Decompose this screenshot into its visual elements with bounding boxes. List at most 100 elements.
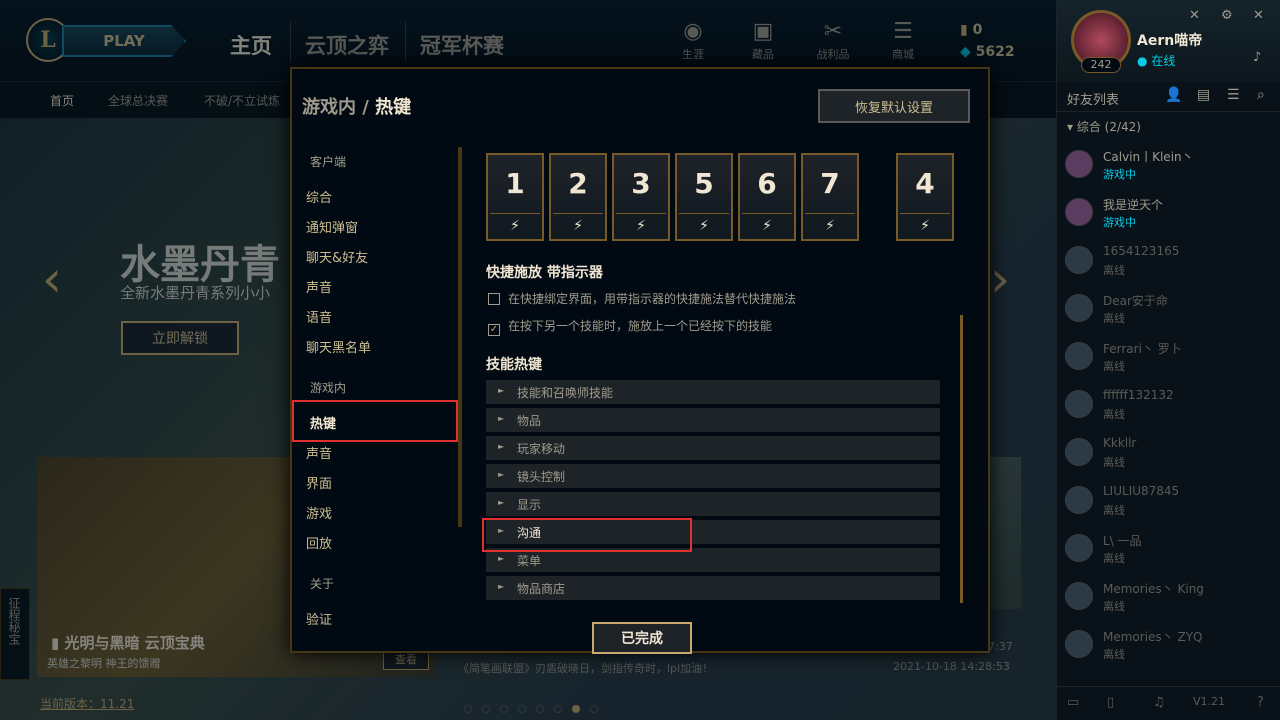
friend-avatar bbox=[1065, 630, 1093, 658]
close-icon[interactable]: ✕ bbox=[1253, 8, 1264, 23]
friend-item[interactable]: Dear安于命 离线 bbox=[1057, 290, 1280, 338]
friend-status: 离线 bbox=[1103, 504, 1125, 517]
key-slot-5[interactable]: 5 ⚡ bbox=[675, 153, 733, 241]
friend-item[interactable]: Ferrari丶 罗卜 离线 bbox=[1057, 338, 1280, 386]
expand-arrow-icon: ► bbox=[498, 498, 505, 507]
done-button[interactable]: 已完成 bbox=[592, 622, 692, 654]
friend-avatar bbox=[1065, 342, 1093, 370]
checkbox-unchecked[interactable] bbox=[488, 293, 500, 305]
friend-name: 1654123165 bbox=[1103, 244, 1180, 258]
menu-item-chat-friends[interactable]: 聊天&好友 bbox=[306, 247, 368, 266]
menu-item-interface[interactable]: 界面 bbox=[306, 473, 332, 492]
category-camera[interactable]: ► 镜头控制 bbox=[486, 464, 940, 488]
menu-section-about: 关于 bbox=[310, 577, 335, 591]
summoner-name[interactable]: Aern喵帝 bbox=[1137, 30, 1202, 50]
status-text: 在线 bbox=[1151, 54, 1176, 68]
menu-item-replays[interactable]: 回放 bbox=[306, 533, 332, 552]
status-dot-icon: ● bbox=[1137, 54, 1148, 68]
friend-status: 离线 bbox=[1103, 408, 1125, 421]
key-label: 6 bbox=[757, 167, 777, 200]
quickcast-bolt-icon: ⚡ bbox=[742, 213, 792, 237]
friend-item[interactable]: Kkkllr 离线 bbox=[1057, 434, 1280, 482]
category-item-shop[interactable]: ► 物品商店 bbox=[486, 576, 940, 600]
checkbox-label: 在快捷绑定界面，用带指示器的快捷施法替代快捷施法 bbox=[508, 292, 797, 306]
ability-hotkeys-title: 技能热键 bbox=[486, 357, 542, 373]
list-view-icon[interactable]: ☰ bbox=[1227, 87, 1240, 103]
search-icon[interactable]: ⌕ bbox=[1257, 87, 1265, 103]
category-label: 技能和召唤师技能 bbox=[517, 386, 614, 400]
key-label: 4 bbox=[915, 167, 935, 200]
friend-item[interactable]: Memories丶 King 离线 bbox=[1057, 578, 1280, 626]
key-slot-3[interactable]: 3 ⚡ bbox=[612, 153, 670, 241]
friend-name: Calvin丨Klein丶 bbox=[1103, 150, 1194, 164]
friend-item[interactable]: L\ 一品 离线 bbox=[1057, 530, 1280, 578]
add-folder-icon[interactable]: ▤ bbox=[1197, 87, 1210, 103]
friend-status: 离线 bbox=[1103, 648, 1125, 661]
menu-item-verify[interactable]: 验证 bbox=[306, 609, 332, 628]
category-abilities[interactable]: ► 技能和召唤师技能 bbox=[486, 380, 940, 404]
category-label: 物品 bbox=[517, 414, 542, 428]
checkbox-label: 在按下另一个技能时，施放上一个已经按下的技能 bbox=[508, 319, 773, 333]
friend-avatar bbox=[1065, 150, 1093, 178]
menu-item-voice[interactable]: 语音 bbox=[306, 307, 332, 326]
menu-item-ingame-sound[interactable]: 声音 bbox=[306, 443, 332, 462]
content-scrollbar[interactable] bbox=[960, 315, 963, 603]
menu-item-general[interactable]: 综合 bbox=[306, 187, 332, 206]
friends-header: 好友列表 👤 ▤ ☰ ⌕ bbox=[1057, 82, 1280, 112]
missions-icon[interactable]: ▯ bbox=[1107, 695, 1114, 710]
quickcast-bolt-icon: ⚡ bbox=[805, 213, 855, 237]
friend-name: Dear安于命 bbox=[1103, 294, 1168, 308]
quickcast-bolt-icon: ⚡ bbox=[490, 213, 540, 237]
checkbox-quickcast-indicator[interactable]: 在快捷绑定界面，用带指示器的快捷施法替代快捷施法 bbox=[488, 290, 796, 307]
restore-defaults-button[interactable]: 恢复默认设置 bbox=[818, 89, 970, 123]
chat-icon[interactable]: ▭ bbox=[1067, 695, 1079, 710]
friend-name: Memories丶 King bbox=[1103, 582, 1204, 596]
group-label: 综合 (2/42) bbox=[1076, 120, 1141, 134]
friend-item[interactable]: LIULIU87845 离线 bbox=[1057, 482, 1280, 530]
friend-group[interactable]: ▾ 综合 (2/42) bbox=[1067, 118, 1141, 135]
breadcrumb-parent: 游戏内 bbox=[302, 97, 356, 118]
footer-version: V1.21 bbox=[1193, 695, 1226, 708]
online-status[interactable]: ● 在线 bbox=[1137, 52, 1175, 69]
add-friend-icon[interactable]: 👤 bbox=[1165, 87, 1182, 103]
checkbox-cast-previous[interactable]: ✓ 在按下另一个技能时，施放上一个已经按下的技能 bbox=[488, 317, 772, 336]
chevron-down-icon: ▾ bbox=[1067, 120, 1074, 134]
category-display[interactable]: ► 显示 bbox=[486, 492, 940, 516]
social-panel: 242 Aern喵帝 ● 在线 ✕ ⚙ ✕ ♪ 好友列表 👤 ▤ ☰ ⌕ ▾ 综… bbox=[1056, 0, 1280, 720]
category-items[interactable]: ► 物品 bbox=[486, 408, 940, 432]
menu-section-client: 客户端 bbox=[310, 155, 347, 169]
friend-status: 离线 bbox=[1103, 600, 1125, 613]
key-slot-6[interactable]: 6 ⚡ bbox=[738, 153, 796, 241]
checkbox-checked[interactable]: ✓ bbox=[488, 324, 500, 336]
menu-item-blocklist[interactable]: 聊天黑名单 bbox=[306, 337, 371, 356]
key-slot-7[interactable]: 7 ⚡ bbox=[801, 153, 859, 241]
help-icon[interactable]: ? bbox=[1257, 695, 1264, 710]
expand-arrow-icon: ► bbox=[498, 442, 505, 451]
friend-status: 离线 bbox=[1103, 264, 1125, 277]
menu-scrollbar[interactable] bbox=[458, 147, 462, 527]
expand-arrow-icon: ► bbox=[498, 582, 505, 591]
friend-item[interactable]: Calvin丨Klein丶 游戏中 bbox=[1057, 146, 1280, 194]
friend-name: Kkkllr bbox=[1103, 436, 1137, 450]
friend-item[interactable]: ffffff132132 离线 bbox=[1057, 386, 1280, 434]
friend-item[interactable]: Memories丶 ZYQ 离线 bbox=[1057, 626, 1280, 674]
key-label: 1 bbox=[505, 167, 525, 200]
friend-status: 离线 bbox=[1103, 360, 1125, 373]
menu-item-game[interactable]: 游戏 bbox=[306, 503, 332, 522]
friend-status: 离线 bbox=[1103, 456, 1125, 469]
voice-icon[interactable]: ♫ bbox=[1153, 695, 1165, 710]
key-slot-1[interactable]: 1 ⚡ bbox=[486, 153, 544, 241]
menu-item-sound[interactable]: 声音 bbox=[306, 277, 332, 296]
key-slot-2[interactable]: 2 ⚡ bbox=[549, 153, 607, 241]
key-slot-4[interactable]: 4 ⚡ bbox=[896, 153, 954, 241]
friends-title: 好友列表 bbox=[1067, 93, 1120, 108]
friend-item[interactable]: 1654123165 离线 bbox=[1057, 242, 1280, 290]
menu-item-notifications[interactable]: 通知弹窗 bbox=[306, 217, 358, 236]
friend-name: 我是逆天个 bbox=[1103, 198, 1164, 212]
minimize-icon[interactable]: ✕ bbox=[1189, 8, 1200, 23]
settings-gear-icon[interactable]: ⚙ bbox=[1221, 8, 1233, 23]
friend-name: Ferrari丶 罗卜 bbox=[1103, 342, 1182, 356]
friend-item[interactable]: 我是逆天个 游戏中 bbox=[1057, 194, 1280, 242]
category-movement[interactable]: ► 玩家移动 bbox=[486, 436, 940, 460]
notification-bell-icon[interactable]: ♪ bbox=[1253, 50, 1261, 65]
